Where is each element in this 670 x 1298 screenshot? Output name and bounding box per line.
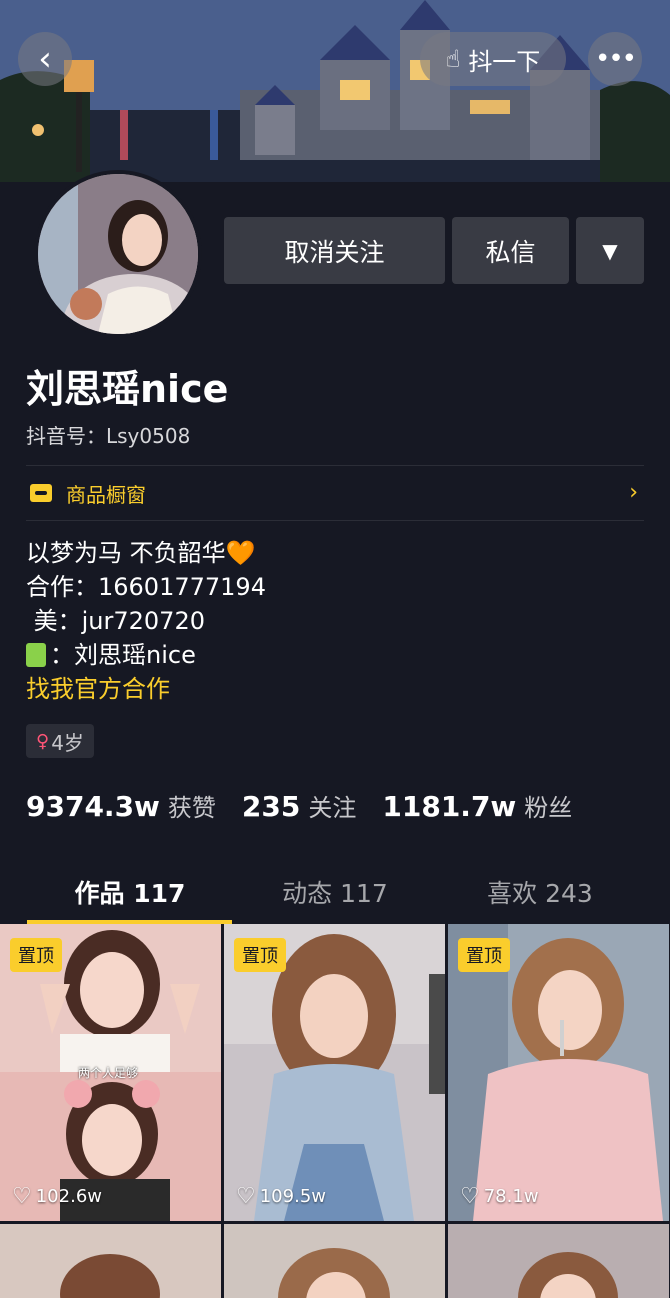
avatar[interactable] (34, 170, 202, 338)
age-tag: ♀ 4岁 (26, 724, 94, 758)
shop-window-row[interactable]: 商品橱窗 › (26, 466, 644, 520)
heart-outline-icon: ♡ (460, 1184, 480, 1209)
pinned-badge: 置顶 (10, 938, 62, 972)
hand-point-icon: ☝ (445, 45, 461, 73)
video-thumbnail[interactable] (224, 1224, 445, 1298)
shake-button[interactable]: ☝ 抖一下 (420, 32, 566, 86)
chevron-right-icon: › (629, 480, 638, 505)
age-label: 4岁 (51, 730, 84, 755)
bio-line: 合作：16601777194 (26, 573, 266, 601)
divider (26, 520, 644, 521)
video-thumbnail[interactable]: 置顶 ♡ 109.5w (224, 924, 445, 1221)
likes-count: 102.6w (35, 1186, 102, 1207)
likes-label: 获赞 (167, 794, 216, 822)
followers-label[interactable]: 粉丝 (524, 788, 572, 823)
shop-label: 商品橱窗 (66, 482, 146, 507)
chevron-left-icon: ‹ (38, 39, 52, 79)
profile-name: 刘思瑶nice (26, 367, 229, 411)
douyin-id: 抖音号：Lsy0508 (26, 424, 191, 448)
castle-banner-image (0, 0, 670, 182)
bio-line: 美：jur720720 (26, 607, 205, 635)
video-likes: ♡ 78.1w (460, 1184, 539, 1209)
video-thumbnail[interactable] (448, 1224, 669, 1298)
scarf-icon (26, 643, 46, 667)
tab-works[interactable]: 作品 117 (27, 862, 233, 922)
shake-label: 抖一下 (468, 47, 541, 76)
followers-count[interactable]: 1181.7w (382, 790, 516, 823)
orange-heart-icon: 🧡 (225, 539, 256, 567)
video-likes: ♡ 109.5w (236, 1184, 326, 1209)
likes-count: 9374.3w (26, 790, 160, 823)
more-dots-icon: ••• (594, 44, 637, 74)
message-button[interactable]: 私信 (452, 217, 569, 284)
tab-activity[interactable]: 动态 117 (232, 862, 438, 922)
avatar-image (38, 174, 198, 334)
shop-icon (30, 484, 52, 502)
official-collab-link[interactable]: 找我官方合作 (26, 672, 266, 706)
profile-tabs: 作品 117 动态 117 喜欢 243 (0, 862, 670, 922)
pinned-badge: 置顶 (234, 938, 286, 972)
following-count[interactable]: 235 (242, 790, 300, 823)
tab-likes[interactable]: 喜欢 243 (437, 862, 643, 922)
pinned-badge: 置顶 (458, 938, 510, 972)
triangle-down-icon: ▼ (602, 238, 618, 263)
video-thumbnail[interactable]: 置顶 ♡ 78.1w (448, 924, 669, 1221)
video-caption: 两个人足够 (78, 1066, 139, 1080)
heart-outline-icon: ♡ (12, 1184, 32, 1209)
video-likes: ♡ 102.6w (12, 1184, 102, 1209)
bio-line: ：刘思瑶nice (50, 641, 196, 669)
likes-count: 109.5w (259, 1186, 326, 1207)
dropdown-button[interactable]: ▼ (576, 217, 644, 284)
female-icon: ♀ (36, 730, 50, 752)
video-image (224, 1224, 445, 1298)
stats-row: 9374.3w 获赞 235 关注 1181.7w 粉丝 (26, 788, 598, 823)
bio: 以梦为马 不负韶华🧡 合作：16601777194 美：jur720720 ：刘… (26, 536, 266, 706)
heart-outline-icon: ♡ (236, 1184, 256, 1209)
likes-count: 78.1w (483, 1186, 539, 1207)
video-image (0, 1224, 221, 1298)
profile-banner: ‹ ☝ 抖一下 ••• (0, 0, 670, 182)
unfollow-button[interactable]: 取消关注 (224, 217, 445, 284)
following-label[interactable]: 关注 (308, 788, 356, 823)
video-image (448, 1224, 669, 1298)
video-thumbnail[interactable] (0, 1224, 221, 1298)
bio-line: 以梦为马 不负韶华 (26, 539, 226, 567)
video-thumbnail[interactable]: 置顶 两个人足够 ♡ 102.6w (0, 924, 221, 1221)
more-button[interactable]: ••• (588, 32, 642, 86)
back-button[interactable]: ‹ (18, 32, 72, 86)
